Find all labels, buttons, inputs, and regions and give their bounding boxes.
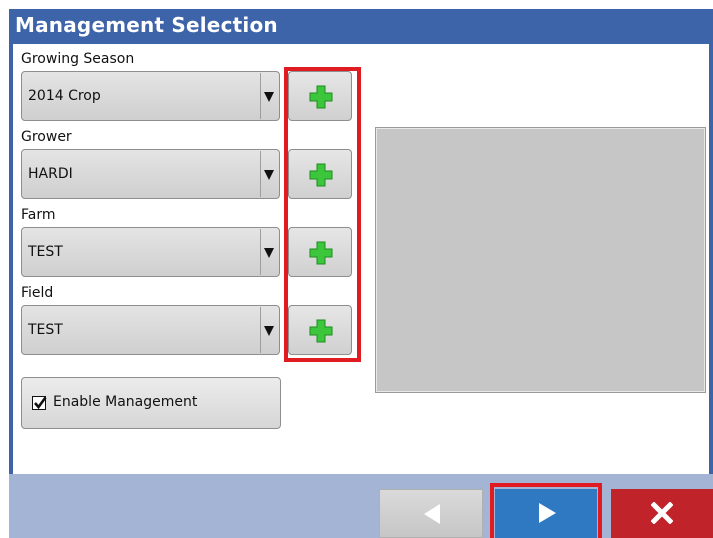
field-dropdown[interactable]: TEST: [21, 305, 280, 355]
triangle-left-icon: [424, 504, 440, 524]
x-icon: [651, 502, 673, 524]
dropdown-divider: [260, 151, 261, 197]
grower-dropdown[interactable]: HARDI: [21, 149, 280, 199]
dropdown-divider: [260, 229, 261, 275]
management-selection-window: Management Selection Growing Season 2014…: [9, 9, 713, 538]
window-border-right: [709, 44, 713, 474]
bottom-bar: [9, 474, 713, 538]
cancel-button[interactable]: [611, 489, 713, 538]
farm-value: TEST: [28, 244, 63, 260]
field-value: TEST: [28, 322, 63, 338]
dropdown-arrow-icon: [264, 248, 274, 258]
growing-season-label: Growing Season: [21, 51, 135, 67]
add-field-button[interactable]: [288, 305, 352, 355]
farm-dropdown[interactable]: TEST: [21, 227, 280, 277]
dropdown-arrow-icon: [264, 170, 274, 180]
preview-panel: [375, 127, 706, 393]
enable-management-toggle[interactable]: Enable Management: [21, 377, 281, 429]
growing-season-value: 2014 Crop: [28, 88, 101, 104]
triangle-right-icon: [539, 503, 556, 523]
title-bar: Management Selection: [9, 9, 713, 44]
add-grower-button[interactable]: [288, 149, 352, 199]
dropdown-arrow-icon: [264, 92, 274, 102]
dropdown-arrow-icon: [264, 326, 274, 336]
next-button[interactable]: [495, 489, 597, 538]
window-border-left: [9, 44, 13, 474]
plus-icon: [309, 241, 333, 265]
plus-icon: [309, 85, 333, 109]
window-title: Management Selection: [15, 13, 278, 37]
enable-management-label: Enable Management: [53, 394, 198, 410]
add-farm-button[interactable]: [288, 227, 352, 277]
farm-label: Farm: [21, 207, 56, 223]
field-label: Field: [21, 285, 54, 301]
back-button[interactable]: [379, 489, 483, 538]
growing-season-dropdown[interactable]: 2014 Crop: [21, 71, 280, 121]
grower-label: Grower: [21, 129, 72, 145]
checkmark-icon: [34, 396, 47, 410]
plus-icon: [309, 319, 333, 343]
enable-management-checkbox[interactable]: [32, 396, 47, 410]
dropdown-divider: [260, 73, 261, 119]
dropdown-divider: [260, 307, 261, 353]
add-growing-season-button[interactable]: [288, 71, 352, 121]
plus-icon: [309, 163, 333, 187]
grower-value: HARDI: [28, 166, 73, 182]
